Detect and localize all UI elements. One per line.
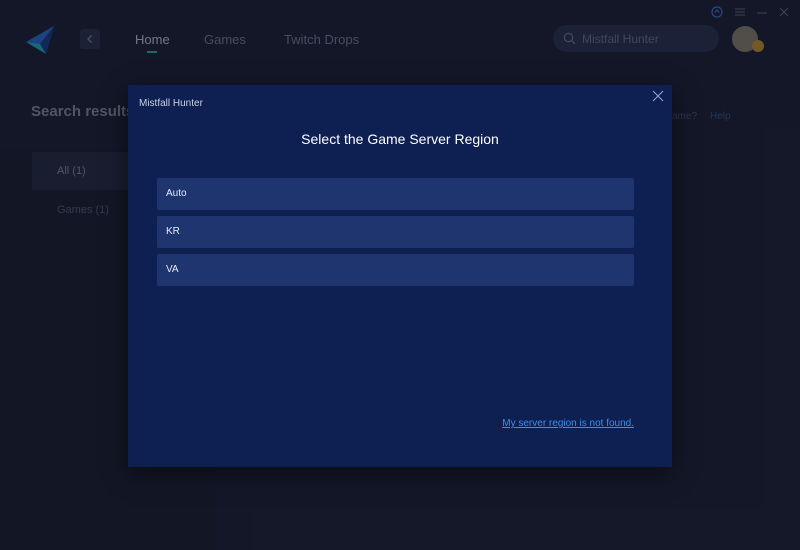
region-list: Auto KR VA	[157, 178, 634, 292]
region-not-found-link[interactable]: My server region is not found.	[502, 418, 634, 429]
dialog-game-name: Mistfall Hunter	[139, 98, 203, 109]
region-option-va[interactable]: VA	[157, 254, 634, 286]
server-region-dialog: Mistfall Hunter Select the Game Server R…	[128, 85, 672, 467]
dialog-title: Select the Game Server Region	[301, 131, 499, 147]
region-option-auto[interactable]: Auto	[157, 178, 634, 210]
close-icon	[652, 90, 664, 102]
region-option-kr[interactable]: KR	[157, 216, 634, 248]
dialog-close-button[interactable]	[650, 88, 666, 104]
